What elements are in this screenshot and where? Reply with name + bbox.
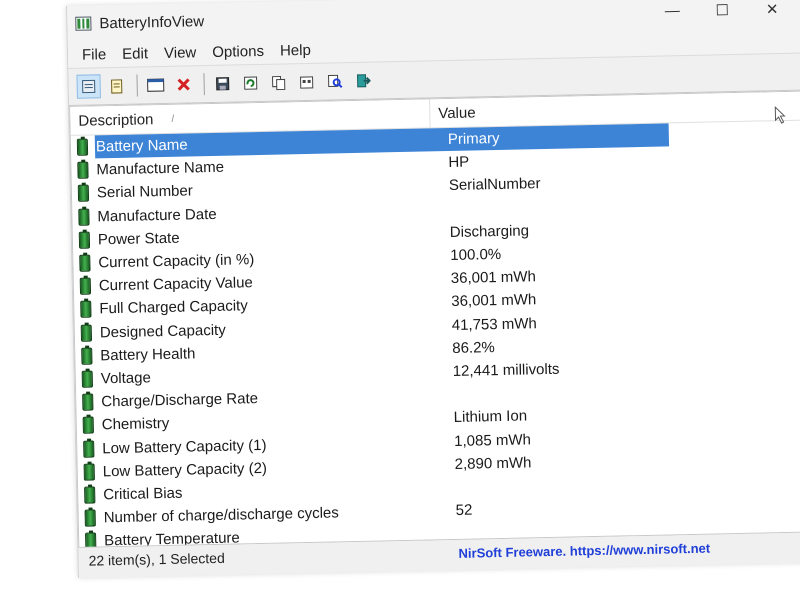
battery-icon bbox=[84, 509, 96, 527]
window-title: BatteryInfoView bbox=[99, 12, 205, 32]
battery-icon bbox=[82, 393, 94, 411]
battery-icon bbox=[81, 347, 93, 365]
window-icon[interactable] bbox=[143, 73, 167, 97]
row-value: 36,001 mWh bbox=[450, 268, 537, 288]
row-value: Lithium Ion bbox=[453, 407, 528, 427]
battery-icon bbox=[79, 277, 92, 295]
battery-icon bbox=[76, 138, 89, 156]
html-report-icon[interactable] bbox=[76, 74, 101, 99]
menu-edit[interactable]: Edit bbox=[114, 45, 156, 63]
row-value: SerialNumber bbox=[448, 175, 541, 195]
row-value: 100.0% bbox=[450, 245, 502, 265]
status-item-count: 22 item(s), 1 Selected bbox=[88, 549, 225, 569]
row-value: 12,441 millivolts bbox=[452, 360, 560, 380]
battery-icon bbox=[80, 324, 93, 342]
row-value: HP bbox=[448, 153, 470, 172]
row-value: 2,890 mWh bbox=[454, 454, 532, 473]
find-icon[interactable] bbox=[322, 69, 346, 93]
battery-icon bbox=[81, 370, 93, 388]
menu-options[interactable]: Options bbox=[204, 42, 272, 60]
row-value: 1,085 mWh bbox=[454, 430, 532, 450]
battery-icon bbox=[77, 185, 90, 203]
close-button[interactable]: ✕ bbox=[747, 0, 797, 19]
delete-icon[interactable] bbox=[171, 72, 195, 96]
row-value: 86.2% bbox=[452, 338, 495, 357]
battery-info-list[interactable]: Description / Value Battery Name Primary M… bbox=[69, 90, 800, 548]
toolbar-separator bbox=[203, 73, 205, 96]
row-value: 52 bbox=[455, 501, 473, 520]
copy-icon[interactable] bbox=[266, 70, 290, 94]
battery-icon bbox=[80, 300, 92, 319]
battery-icon bbox=[77, 161, 89, 180]
column-header-description-label: Description bbox=[78, 110, 154, 130]
maximize-button[interactable]: ☐ bbox=[697, 1, 747, 20]
toolbar-separator bbox=[136, 74, 138, 97]
battery-icon bbox=[78, 231, 91, 249]
settings-icon[interactable] bbox=[294, 70, 318, 94]
battery-icon bbox=[84, 486, 96, 504]
battery-icon bbox=[82, 416, 94, 435]
battery-icon bbox=[78, 208, 90, 226]
minimize-button[interactable]: — bbox=[647, 2, 697, 21]
battery-icon bbox=[79, 254, 91, 272]
battery-icon bbox=[85, 532, 97, 548]
battery-icon bbox=[83, 463, 95, 481]
row-value: 41,753 mWh bbox=[451, 314, 537, 334]
app-window: BatteryInfoView — ☐ ✕ File Edit View Opt… bbox=[66, 0, 800, 578]
mouse-cursor-icon bbox=[774, 105, 786, 124]
menu-view[interactable]: View bbox=[156, 44, 205, 62]
row-value: 36,001 mWh bbox=[451, 291, 537, 311]
properties-icon[interactable] bbox=[104, 74, 128, 98]
list-body: Battery Name Primary Manufacture Name HP Ser… bbox=[71, 120, 800, 548]
battery-app-icon bbox=[75, 16, 92, 31]
save-icon[interactable] bbox=[210, 71, 234, 95]
refresh-icon[interactable] bbox=[238, 71, 262, 95]
exit-icon[interactable] bbox=[350, 69, 374, 93]
menu-file[interactable]: File bbox=[74, 46, 115, 64]
menu-help[interactable]: Help bbox=[272, 41, 319, 59]
row-value: Discharging bbox=[449, 222, 530, 241]
row-value: Primary bbox=[447, 130, 500, 149]
nirsoft-link[interactable]: NirSoft Freeware. https://www.nirsoft.ne… bbox=[458, 540, 710, 560]
column-header-value[interactable]: Value bbox=[430, 104, 476, 122]
battery-icon bbox=[83, 440, 95, 458]
sort-arrow-icon: / bbox=[171, 113, 175, 125]
